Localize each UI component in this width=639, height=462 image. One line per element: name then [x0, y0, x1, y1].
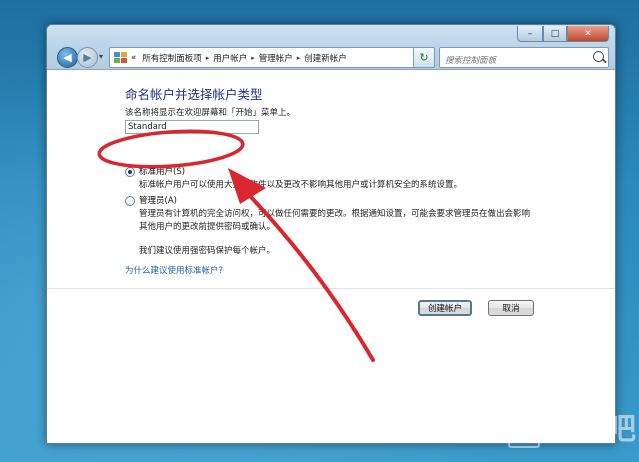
close-button[interactable]: ✕ — [567, 26, 609, 42]
page-title: 命名帐户并选择帐户类型 — [125, 87, 263, 102]
content-area: 命名帐户并选择帐户类型 该名称将显示在欢迎屏幕和「开始」菜单上。 标准用户(S)… — [47, 70, 615, 443]
minimize-button[interactable]: – — [517, 26, 543, 42]
forward-button[interactable]: ▶ — [77, 47, 98, 68]
account-name-input[interactable] — [125, 120, 259, 134]
standard-user-description: 标准帐户用户可以使用大多数软件以及更改不影响其他用户或计算机安全的系统设置。 — [139, 180, 463, 190]
address-bar[interactable]: « 所有控制面板项 ▸ 用户帐户 ▸ 管理帐户 ▸ 创建新帐户 ▾ — [109, 47, 431, 68]
control-panel-window: – □ ✕ ◀ ▶ ▾ « 所有控制面板项 ▸ 用户帐户 ▸ 管理帐户 ▸ 创建… — [46, 24, 616, 444]
breadcrumb-separator-icon[interactable]: ▸ — [206, 54, 210, 62]
standard-user-radio[interactable] — [125, 167, 135, 177]
breadcrumb-all-items[interactable]: 所有控制面板项 — [142, 52, 202, 64]
footer-divider — [47, 288, 615, 289]
site-watermark: 下载吧 — [508, 404, 637, 448]
refresh-button[interactable]: ↻ — [413, 47, 435, 68]
back-arrow-icon: ◀ — [63, 51, 72, 64]
administrator-description-line1: 管理员有计算机的完全访问权，可以做任何需要的更改。根据通知设置，可能会要求管理员… — [139, 209, 531, 219]
search-icon[interactable] — [593, 51, 604, 62]
cancel-button[interactable]: 取消 — [488, 300, 534, 316]
password-recommendation: 我们建议使用强密码保护每个帐户。 — [139, 246, 276, 256]
why-standard-account-link[interactable]: 为什么建议使用标准帐户? — [125, 264, 223, 276]
back-button[interactable]: ◀ — [57, 47, 78, 68]
breadcrumb-separator-icon[interactable]: ▸ — [297, 54, 301, 62]
breadcrumb-overflow[interactable]: « — [131, 53, 136, 63]
breadcrumb-separator-icon[interactable]: ▸ — [251, 54, 255, 62]
maximize-button[interactable]: □ — [543, 26, 567, 42]
watermark-text: 下载吧 — [544, 412, 637, 447]
search-input[interactable] — [440, 51, 587, 71]
recent-pages-dropdown[interactable]: ▾ — [99, 52, 103, 61]
caption-buttons: – □ ✕ — [517, 26, 609, 42]
administrator-radio[interactable] — [125, 196, 135, 206]
create-account-button[interactable]: 创建帐户 — [418, 300, 472, 316]
breadcrumb-create-account[interactable]: 创建新帐户 — [304, 52, 347, 64]
breadcrumb-user-accounts[interactable]: 用户帐户 — [213, 52, 247, 64]
standard-user-label[interactable]: 标准用户(S) — [139, 165, 185, 177]
window-chrome: – □ ✕ ◀ ▶ ▾ « 所有控制面板项 ▸ 用户帐户 ▸ 管理帐户 ▸ 创建… — [47, 25, 615, 71]
forward-arrow-icon: ▶ — [83, 51, 92, 64]
control-panel-icon — [114, 51, 128, 64]
search-box[interactable] — [439, 47, 609, 71]
name-description: 该名称将显示在欢迎屏幕和「开始」菜单上。 — [125, 108, 296, 118]
refresh-icon: ↻ — [419, 51, 429, 64]
breadcrumb-manage-accounts[interactable]: 管理帐户 — [259, 52, 293, 64]
watermark-logo-icon — [508, 416, 540, 448]
administrator-label[interactable]: 管理员(A) — [139, 194, 177, 206]
administrator-description-line2: 其他用户的更改前提供密码或确认。 — [139, 222, 276, 232]
